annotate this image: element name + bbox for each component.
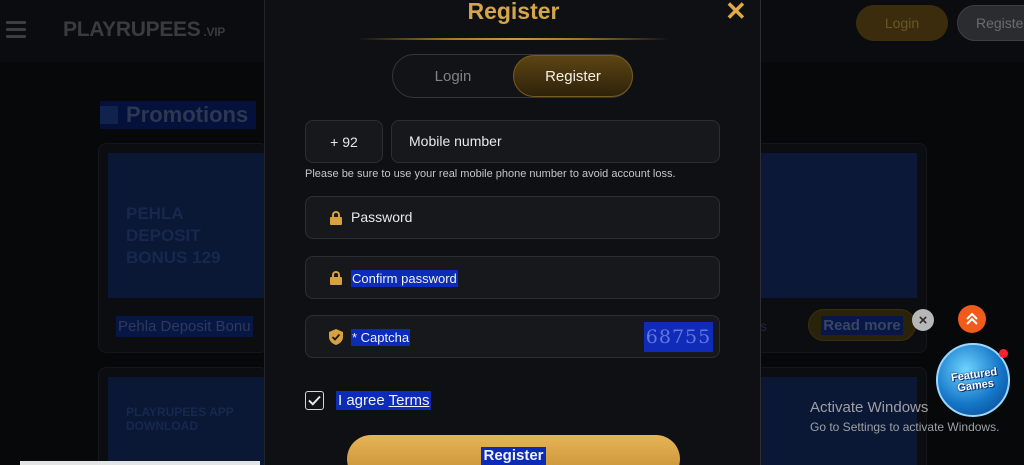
terms-agreement: I agree Terms <box>305 391 432 410</box>
lock-icon <box>330 211 342 225</box>
close-icon[interactable]: ✕ <box>725 0 747 27</box>
register-submit-button[interactable]: Register <box>347 435 680 465</box>
promo-card-image: PLAYRUPEES APP DOWNLOAD <box>108 377 268 465</box>
promo-banner-text: PLAYRUPEES APP DOWNLOAD <box>126 405 234 433</box>
auth-tabs: Login Register <box>392 54 633 98</box>
confirm-password-field[interactable]: Confirm password <box>305 256 720 299</box>
confirm-password-placeholder[interactable]: Confirm password <box>351 270 458 287</box>
promo-banner-text: PEHLA DEPOSIT BONUS 129 <box>126 204 221 267</box>
checkmark-icon <box>308 395 321 406</box>
notification-dot <box>999 349 1008 358</box>
agree-prefix: I agree <box>338 392 385 409</box>
activation-subtitle: Go to Settings to activate Windows. <box>810 420 1000 434</box>
password-input[interactable] <box>351 209 651 225</box>
promo-card-title: Pehla Deposit Bonu <box>116 316 253 337</box>
captcha-field[interactable]: * Captcha 68755 <box>305 315 720 358</box>
site-logo[interactable]: PLAYRUPEES .VIP <box>63 18 225 42</box>
mobile-number-input[interactable] <box>409 133 689 149</box>
promotions-heading: Promotions <box>100 101 257 129</box>
featured-games-label: Featured Games <box>950 365 999 395</box>
tab-login[interactable]: Login <box>393 55 513 97</box>
activation-title: Activate Windows <box>810 399 929 416</box>
lock-icon <box>330 271 342 285</box>
password-field[interactable] <box>305 196 720 239</box>
read-more-label: Read more <box>821 315 903 335</box>
promo-card-title-fragment: s <box>760 318 767 334</box>
shield-check-icon <box>329 329 343 345</box>
register-submit-label: Register <box>481 447 546 465</box>
promo-card-image: PEHLA DEPOSIT BONUS 129 <box>108 153 268 298</box>
read-more-button[interactable]: Read more <box>808 309 916 341</box>
page: PLAYRUPEES .VIP Login Registe Promotions … <box>0 0 1024 465</box>
dismiss-featured-button[interactable]: × <box>912 309 934 331</box>
header-login-button[interactable]: Login <box>856 5 948 41</box>
country-code-select[interactable]: + 92 <box>305 120 383 163</box>
promo-card-image <box>760 153 917 298</box>
agree-text: I agree Terms <box>336 391 432 410</box>
promotions-title: Promotions <box>126 102 249 127</box>
header-register-button[interactable]: Registe <box>957 5 1024 41</box>
scroll-to-top-button[interactable] <box>958 305 986 333</box>
modal-title: Register <box>467 0 560 24</box>
tab-register[interactable]: Register <box>513 55 633 97</box>
captcha-placeholder[interactable]: * Captcha <box>351 329 411 346</box>
menu-icon[interactable] <box>6 21 26 39</box>
captcha-image[interactable]: 68755 <box>644 322 713 352</box>
agree-checkbox[interactable] <box>305 391 324 410</box>
chevron-double-up-icon <box>966 312 978 325</box>
logo-suffix: .VIP <box>203 25 225 39</box>
taskbar-fragment <box>20 461 260 465</box>
mobile-number-field[interactable] <box>391 120 720 163</box>
windows-activation-notice: Activate Windows Go to Settings to activ… <box>810 399 999 434</box>
terms-link[interactable]: Terms <box>389 392 430 409</box>
title-divider <box>357 38 670 40</box>
heading-square-icon <box>100 106 118 124</box>
mobile-hint: Please be sure to use your real mobile p… <box>305 168 676 180</box>
logo-text: PLAYRUPEES <box>63 18 201 41</box>
register-modal: Register ✕ Login Register + 92 Please be… <box>264 0 761 465</box>
